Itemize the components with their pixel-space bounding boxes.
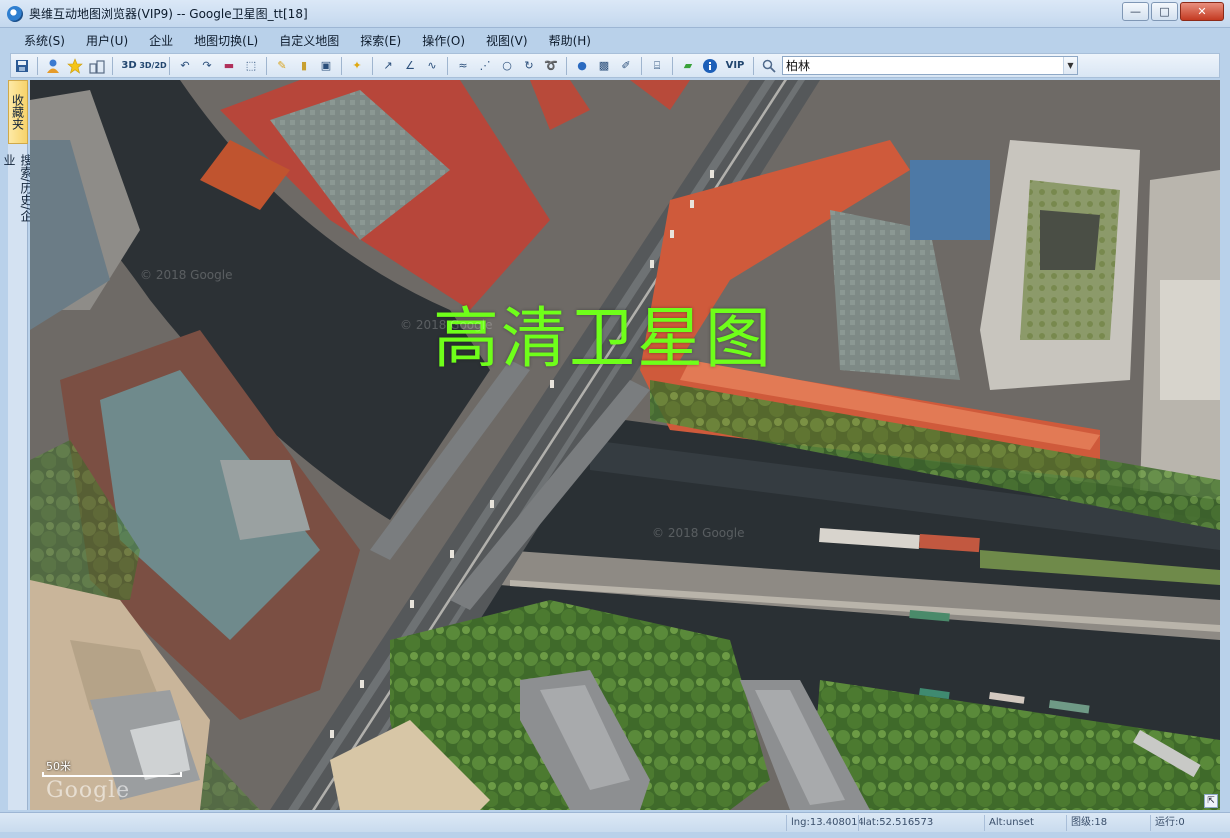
- map-watermark: © 2018 Google: [140, 268, 233, 282]
- map-viewport[interactable]: 高清卫星图 © 2018 Google © 2018 Google © 2018…: [30, 80, 1220, 810]
- lasso-icon[interactable]: ➰: [541, 56, 561, 76]
- status-lng: lng:13.408014: [786, 815, 866, 831]
- delete-icon[interactable]: ▬: [219, 56, 239, 76]
- pencil-icon[interactable]: ✎: [272, 56, 292, 76]
- user-icon[interactable]: [43, 56, 63, 76]
- resize-corner-icon[interactable]: ⇱: [1204, 794, 1218, 808]
- search-input[interactable]: [783, 58, 1063, 73]
- toolbar: 3D 3D/2D ↶ ↷ ▬ ⬚ ✎ ▮ ▣ ✦ ↗ ∠ ∿ ≈ ⋰ ○ ↻ ➰…: [10, 53, 1220, 78]
- satellite-imagery: [30, 80, 1220, 810]
- star-icon[interactable]: [65, 56, 85, 76]
- toolbar-separator: [372, 56, 373, 75]
- toolbar-separator: [447, 56, 448, 75]
- window-title: 奥维互动地图浏览器(VIP9) -- Google卫星图_tt[18]: [29, 7, 308, 21]
- app-globe-icon: [7, 5, 23, 22]
- layer-icon[interactable]: ▩: [594, 56, 614, 76]
- scale-line: [42, 772, 182, 777]
- print-icon[interactable]: ⌸: [647, 56, 667, 76]
- menu-user[interactable]: 用户(U): [72, 30, 135, 52]
- minimize-button[interactable]: —: [1122, 2, 1149, 21]
- window-controls: — □ ✕: [1122, 2, 1224, 21]
- menu-bar: 系统(S) 用户(U) 企业 地图切换(L) 自定义地图 探索(E) 操作(O)…: [10, 30, 1220, 52]
- magnifier-icon[interactable]: [759, 56, 779, 76]
- toggle-3d-2d-button[interactable]: 3D/2D: [139, 56, 166, 76]
- redo-icon[interactable]: ↷: [197, 56, 217, 76]
- buildings-icon[interactable]: [87, 56, 107, 76]
- map-watermark: © 2018 Google: [400, 318, 493, 332]
- tab-favorites[interactable]: 收藏夹: [8, 80, 28, 144]
- hd-satellite-overlay-label: 高清卫星图: [433, 300, 773, 377]
- status-lat: lat:52.516573: [858, 815, 938, 831]
- toolbar-separator: [266, 56, 267, 75]
- curve-icon[interactable]: ∿: [422, 56, 442, 76]
- menu-help[interactable]: 帮助(H): [535, 30, 598, 52]
- menu-enterprise[interactable]: 企业: [135, 30, 180, 52]
- select-icon[interactable]: ⬚: [241, 56, 261, 76]
- toggle-3d-button[interactable]: 3D: [118, 56, 140, 76]
- close-button[interactable]: ✕: [1180, 2, 1224, 21]
- toolbar-separator: [641, 56, 642, 75]
- marker-icon[interactable]: ✦: [347, 56, 367, 76]
- ruler-icon[interactable]: ▮: [294, 56, 314, 76]
- pen-icon[interactable]: ✐: [616, 56, 636, 76]
- tab-search-history-enterprise[interactable]: 搜索/历史/企业: [2, 150, 33, 238]
- angle-icon[interactable]: ∠: [400, 56, 420, 76]
- menu-explore[interactable]: 探索(E): [346, 30, 408, 52]
- menu-system[interactable]: 系统(S): [10, 30, 72, 52]
- menu-operation[interactable]: 操作(O): [408, 30, 472, 52]
- globe-icon[interactable]: ●: [572, 56, 592, 76]
- toolbar-separator: [37, 56, 38, 75]
- menu-map-switch[interactable]: 地图切换(L): [180, 30, 265, 52]
- vip-button[interactable]: VIP: [722, 56, 748, 76]
- status-run: 运行:0: [1150, 815, 1230, 831]
- undo-icon[interactable]: ↶: [175, 56, 195, 76]
- status-level: 图级:18: [1066, 815, 1146, 831]
- status-alt: Alt:unset: [984, 815, 1064, 831]
- toolbar-separator: [566, 56, 567, 75]
- title-bar: 奥维互动地图浏览器(VIP9) -- Google卫星图_tt[18] — □ …: [0, 0, 1230, 28]
- line-icon[interactable]: ↗: [378, 56, 398, 76]
- dots-icon[interactable]: ⋰: [475, 56, 495, 76]
- toolbar-separator: [112, 56, 113, 75]
- info-icon[interactable]: [700, 56, 720, 76]
- toolbar-separator: [169, 56, 170, 75]
- rotate-icon[interactable]: ↻: [519, 56, 539, 76]
- chevron-down-icon[interactable]: ▼: [1063, 57, 1077, 74]
- frame-icon[interactable]: ▣: [316, 56, 336, 76]
- map-watermark: © 2018 Google: [652, 526, 745, 540]
- toolbar-separator: [753, 56, 754, 75]
- side-panel: 收藏夹 搜索/历史/企业: [2, 80, 33, 810]
- save-icon[interactable]: [12, 56, 32, 76]
- circle-icon[interactable]: ○: [497, 56, 517, 76]
- status-bar: lng:13.408014 lat:52.516573 Alt:unset 图级…: [0, 812, 1230, 832]
- toolbar-separator: [341, 56, 342, 75]
- chat-icon[interactable]: ▰: [678, 56, 698, 76]
- toolbar-separator: [672, 56, 673, 75]
- google-logo: Google: [46, 778, 131, 803]
- menu-view[interactable]: 视图(V): [472, 30, 535, 52]
- search-combobox[interactable]: ▼: [782, 56, 1078, 75]
- restore-button[interactable]: □: [1151, 2, 1178, 21]
- menu-custom-map[interactable]: 自定义地图: [265, 30, 346, 52]
- map-scale-bar: 50米: [42, 758, 182, 778]
- road-icon[interactable]: ≈: [453, 56, 473, 76]
